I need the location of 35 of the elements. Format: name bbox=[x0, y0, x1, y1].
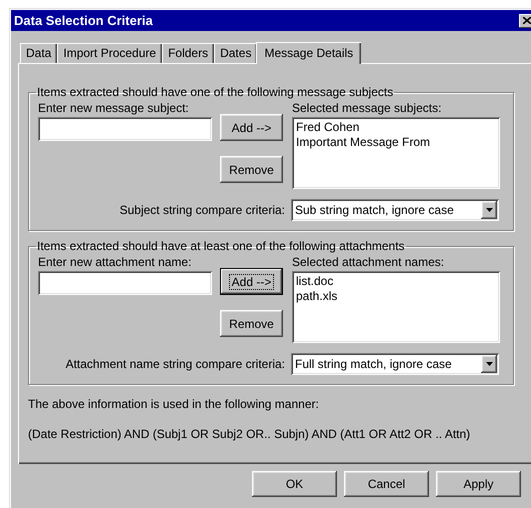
list-box[interactable]: Fred Cohen Important Message From bbox=[292, 117, 500, 189]
list-label: Selected message subjects: bbox=[292, 101, 442, 116]
close-icon bbox=[523, 17, 531, 24]
remove-button[interactable]: Remove bbox=[220, 310, 283, 337]
list-item[interactable]: Fred Cohen bbox=[296, 120, 496, 135]
add-button[interactable]: Add --> bbox=[220, 114, 283, 141]
tab[interactable]: Dates bbox=[214, 43, 258, 63]
dialog-button[interactable]: Cancel bbox=[344, 471, 429, 497]
window-title: Data Selection Criteria bbox=[14, 12, 153, 30]
dialog-button[interactable]: OK bbox=[252, 471, 337, 497]
criteria-dropdown[interactable]: Sub string match, ignore case bbox=[291, 199, 499, 221]
dialog-button[interactable]: Apply bbox=[436, 471, 521, 497]
criteria-dropdown[interactable]: Full string match, ignore case bbox=[291, 353, 499, 375]
list-item[interactable]: list.doc bbox=[296, 274, 496, 289]
field-label: Enter new message subject: bbox=[38, 101, 190, 116]
criteria-label: Attachment name string compare criteria: bbox=[66, 356, 285, 373]
list-box[interactable]: list.doc path.xls bbox=[292, 271, 500, 343]
criteria-label: Subject string compare criteria: bbox=[120, 202, 285, 219]
tab[interactable]: Data bbox=[20, 43, 58, 63]
list-item[interactable]: Important Message From bbox=[296, 135, 496, 150]
info-text: The above information is used in the following manner: bbox=[28, 396, 320, 411]
add-button[interactable]: Add --> bbox=[220, 268, 283, 295]
text-input-field[interactable] bbox=[38, 117, 212, 141]
tab[interactable]: Folders bbox=[162, 43, 214, 63]
list-label: Selected attachment names: bbox=[292, 255, 446, 270]
remove-button[interactable]: Remove bbox=[220, 156, 283, 183]
formula-text: (Date Restriction) AND (Subj1 OR Subj2 OR.. Subjn) AND (Att1 OR Att2 OR .. Attn) bbox=[28, 426, 472, 443]
close-button[interactable] bbox=[519, 14, 531, 28]
group-title: Items extracted should have one of the following message subjects bbox=[36, 84, 394, 101]
tab[interactable]: Import Procedure bbox=[57, 43, 162, 63]
group-title: Items extracted should have at least one of the following attachments bbox=[36, 238, 406, 255]
text-input-field[interactable] bbox=[38, 271, 212, 295]
field-label: Enter new attachment name: bbox=[38, 255, 192, 270]
list-item[interactable]: path.xls bbox=[296, 289, 496, 304]
tab[interactable]: Message Details bbox=[256, 42, 362, 64]
